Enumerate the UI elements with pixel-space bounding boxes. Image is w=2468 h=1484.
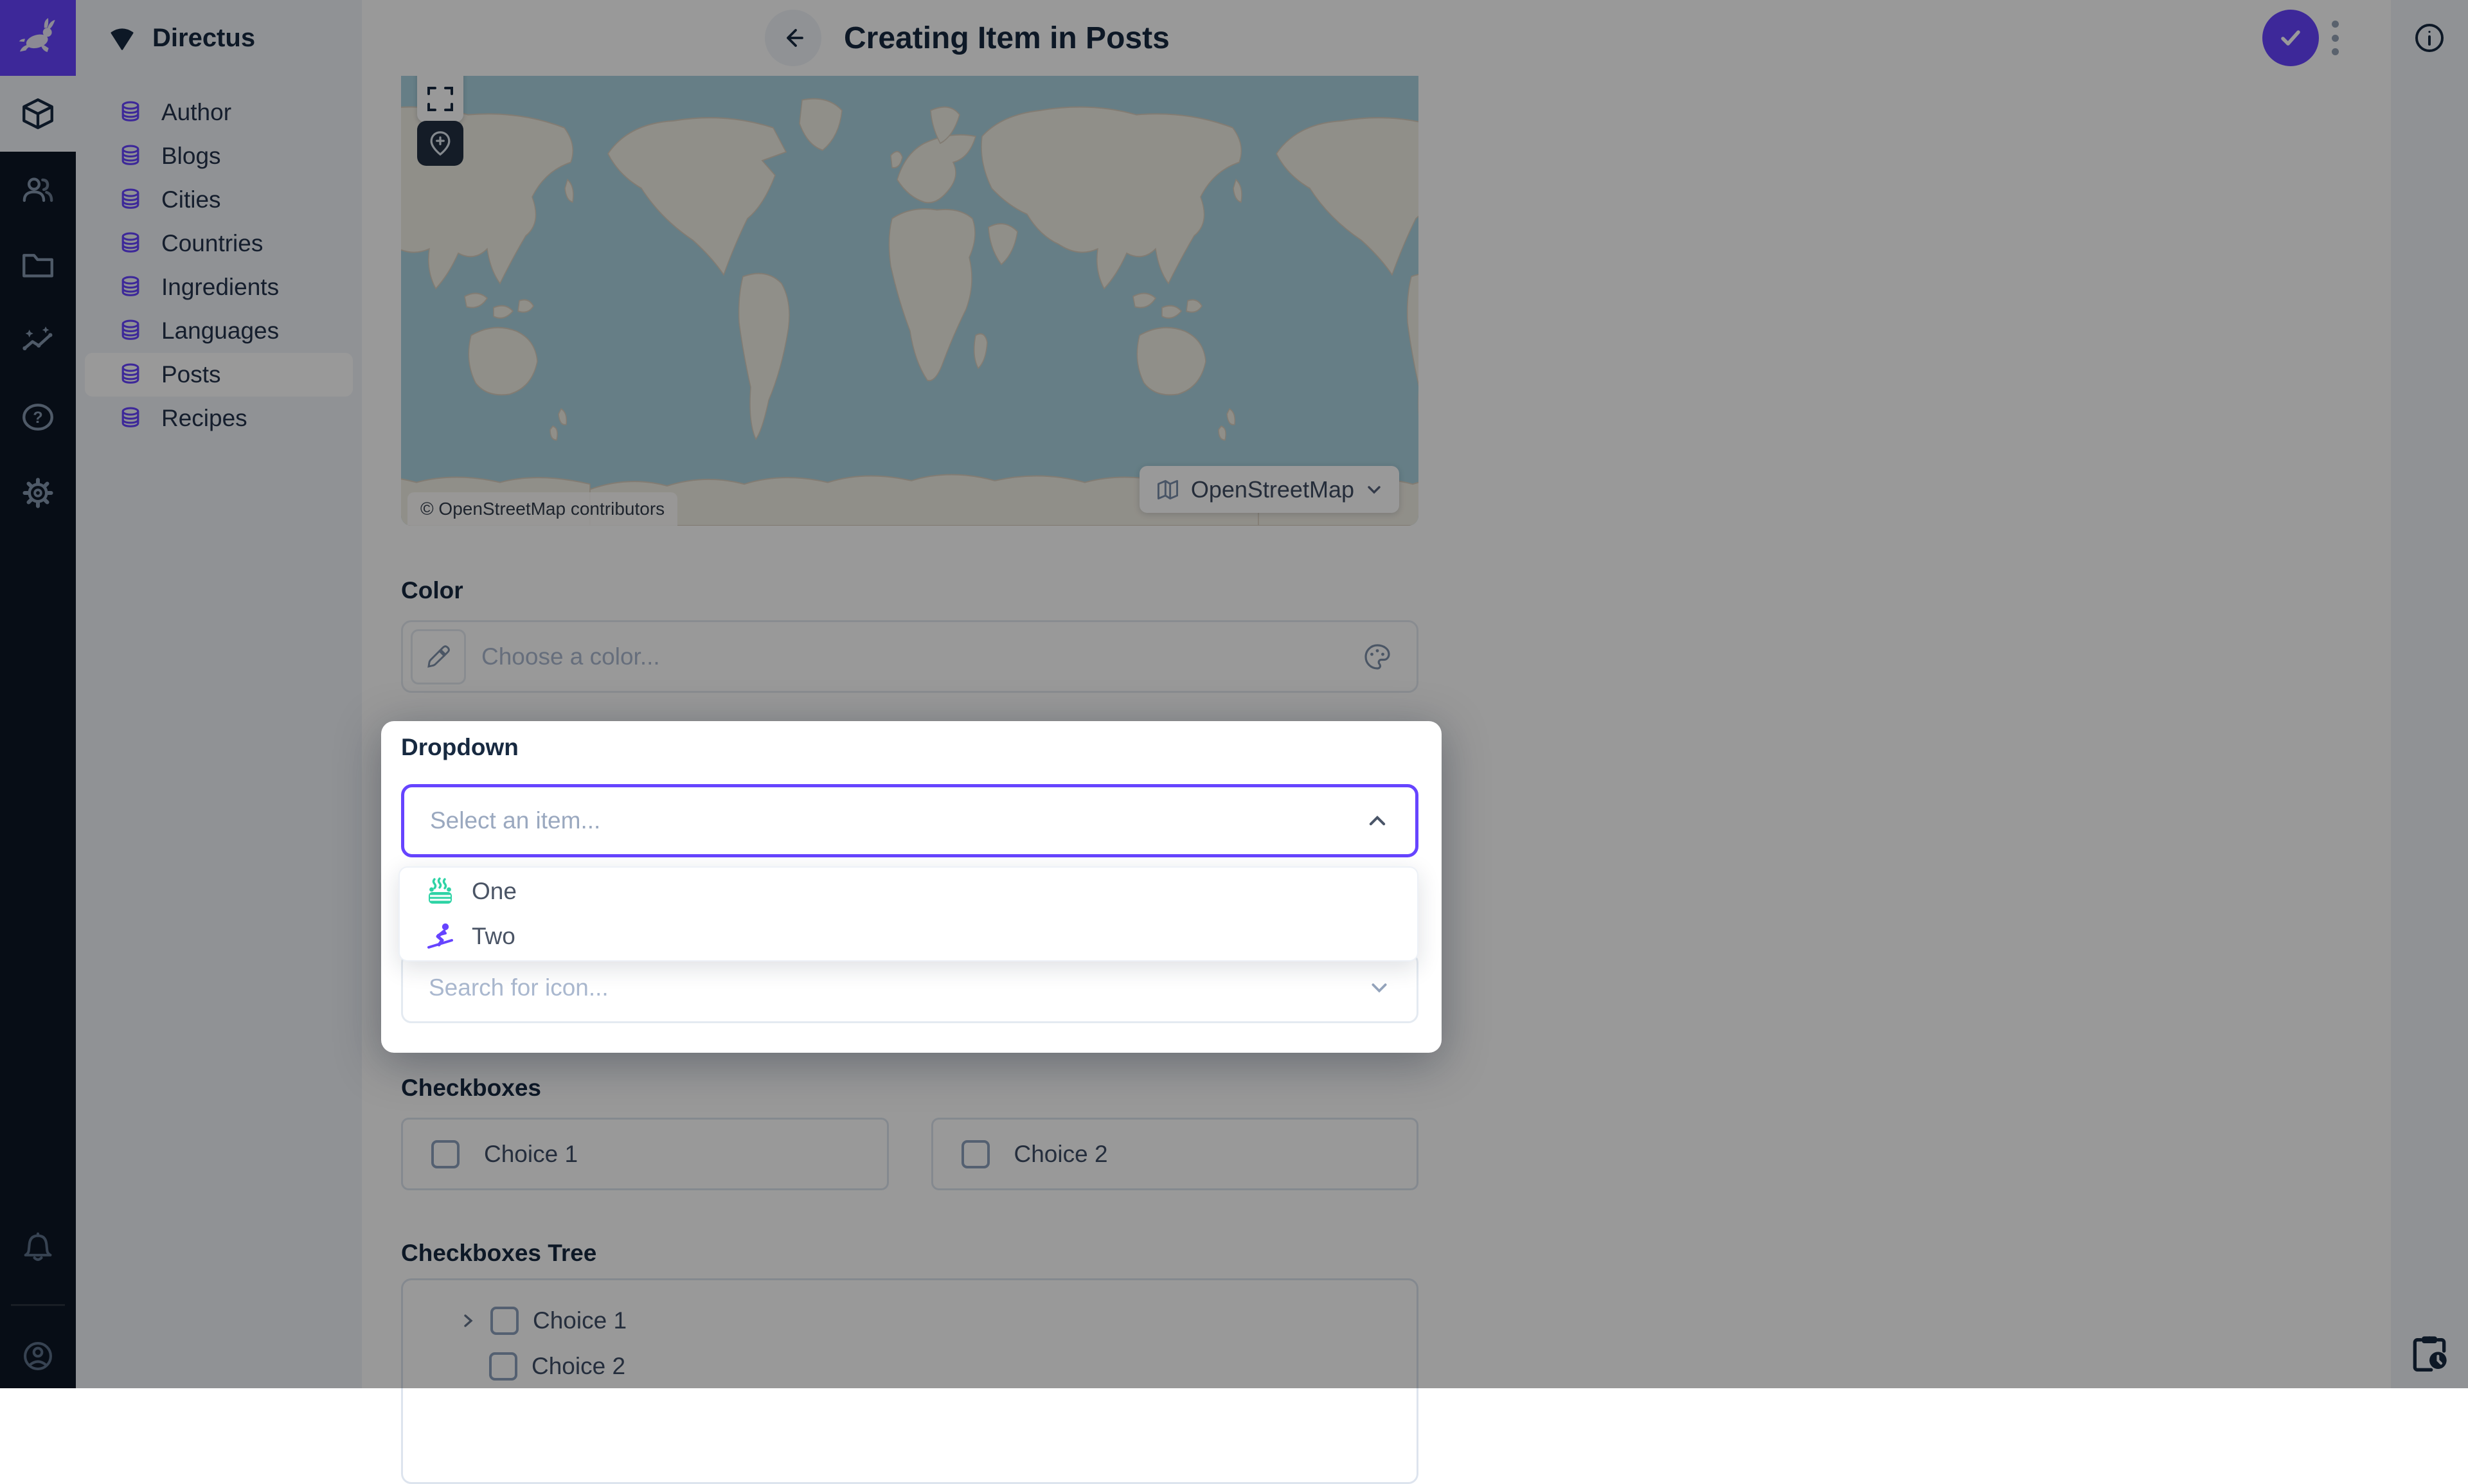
icon-search-input[interactable] (429, 974, 1368, 1001)
chevron-down-icon[interactable] (1368, 976, 1391, 999)
hot-tub-icon (425, 877, 455, 906)
option-label: One (472, 878, 517, 905)
dropdown-option-one[interactable]: One (400, 869, 1417, 914)
modal-overlay[interactable] (0, 0, 2468, 1388)
option-label: Two (472, 923, 515, 950)
chevron-up-icon[interactable] (1365, 809, 1390, 833)
dropdown-field-label: Dropdown (401, 734, 519, 761)
dropdown-select-input[interactable] (430, 807, 1365, 834)
skiing-icon (425, 922, 455, 951)
dropdown-options-panel: One Two (398, 866, 1418, 961)
dropdown-option-two[interactable]: Two (400, 914, 1417, 959)
dropdown-select[interactable] (401, 784, 1418, 857)
dropdown-modal-card: Dropdown One (381, 721, 1442, 1053)
icon-search-field[interactable] (401, 952, 1418, 1023)
